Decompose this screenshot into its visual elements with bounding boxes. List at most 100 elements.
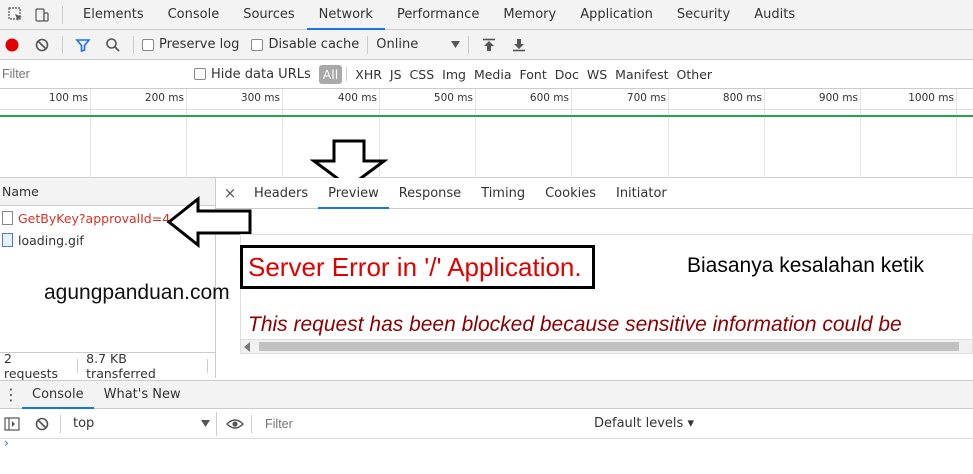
filter-type-img[interactable]: Img [438, 67, 470, 82]
inspect-element-icon[interactable] [4, 3, 28, 27]
disable-cache-checkbox[interactable]: Disable cache [251, 37, 359, 52]
tab-cookies[interactable]: Cookies [535, 178, 606, 209]
drawer-menu-icon[interactable]: ⋮ [0, 381, 22, 409]
checkbox-box[interactable] [251, 38, 264, 51]
clear-console-icon[interactable] [30, 412, 54, 436]
hide-data-urls-checkbox[interactable]: Hide data URLs [194, 67, 311, 82]
scrollbar-thumb[interactable] [259, 342, 959, 351]
timeline-gridline [475, 89, 476, 178]
divider [346, 67, 348, 81]
filter-type-css[interactable]: CSS [406, 67, 439, 82]
timeline-tick-label: 300 ms [240, 92, 280, 104]
timeline-dom-content-line [0, 115, 973, 117]
tab-memory[interactable]: Memory [491, 0, 568, 30]
tab-timing[interactable]: Timing [471, 178, 535, 209]
filter-type-doc[interactable]: Doc [551, 67, 583, 82]
console-prompt-icon: › [4, 436, 9, 450]
timeline-tick-label: 700 ms [626, 92, 666, 104]
checkbox-box[interactable] [142, 38, 154, 51]
divider [133, 35, 134, 54]
timeline-overview[interactable]: 100 ms 200 ms 300 ms 400 ms 500 ms 600 m… [0, 89, 973, 178]
import-har-icon[interactable] [477, 33, 501, 57]
divider [207, 358, 208, 373]
timeline-gridline [571, 89, 572, 178]
console-filter-input[interactable] [260, 412, 580, 435]
preserve-log-label: Preserve log [159, 37, 240, 52]
timeline-gridline [956, 89, 957, 178]
filter-type-font[interactable]: Font [516, 67, 551, 82]
log-levels-select[interactable]: Default levels ▾ [594, 416, 694, 431]
drawer-tab-console[interactable]: Console [22, 381, 94, 409]
filter-type-all[interactable]: All [318, 64, 343, 84]
horizontal-scrollbar[interactable] [241, 339, 972, 353]
timeline-tick-label: 1000 ms [908, 92, 954, 104]
site-watermark: agungpanduan.com [44, 281, 230, 304]
network-summary: 2 requests 8.7 KB transferred [0, 350, 216, 381]
scroll-left-icon[interactable] [244, 342, 250, 352]
error-message: This request has been blocked because se… [248, 313, 902, 336]
context-select[interactable]: top [67, 411, 217, 436]
eye-icon[interactable] [223, 412, 247, 436]
throttling-value: Online [376, 37, 419, 52]
console-toolbar: top Default levels ▾ [0, 409, 973, 439]
tab-response[interactable]: Response [389, 178, 471, 209]
filter-input[interactable] [0, 66, 190, 82]
timeline-tick-label: 200 ms [144, 92, 184, 104]
divider [60, 414, 61, 433]
timeline-gridline [282, 89, 283, 178]
file-icon [2, 211, 13, 225]
checkbox-box[interactable] [194, 68, 206, 80]
timeline-gridline [764, 89, 765, 178]
timeline-tick-label: 500 ms [433, 92, 473, 104]
clear-icon[interactable] [30, 33, 54, 57]
timeline-tick-label: 800 ms [722, 92, 762, 104]
tab-preview[interactable]: Preview [318, 178, 389, 209]
sidebar-toggle-icon[interactable] [0, 412, 24, 436]
dropdown-arrow-icon [451, 41, 461, 48]
filter-bar: Hide data URLs All XHR JS CSS Img Media … [0, 60, 973, 89]
tab-initiator[interactable]: Initiator [606, 178, 677, 209]
device-toolbar-icon[interactable] [30, 3, 54, 27]
record-icon[interactable] [0, 33, 24, 57]
hide-data-urls-label: Hide data URLs [211, 66, 311, 82]
filter-type-js[interactable]: JS [386, 67, 406, 82]
divider [77, 358, 79, 373]
tab-application[interactable]: Application [568, 0, 665, 30]
timeline-gridline [90, 89, 91, 178]
timeline-gridline [668, 89, 669, 178]
dropdown-arrow-icon [201, 420, 210, 427]
tab-audits[interactable]: Audits [742, 0, 807, 30]
divider [251, 414, 252, 433]
timeline-tick-label: 400 ms [337, 92, 377, 104]
annotation-text: Biasanya kesalahan ketik [687, 254, 924, 277]
tab-sources[interactable]: Sources [231, 0, 306, 30]
filter-icon[interactable] [71, 33, 95, 57]
tab-console[interactable]: Console [156, 0, 232, 30]
filter-type-media[interactable]: Media [470, 67, 516, 82]
filter-type-manifest[interactable]: Manifest [611, 67, 672, 82]
request-name: GetByKey?approvalId=4 [18, 210, 171, 226]
tab-security[interactable]: Security [665, 0, 742, 30]
tab-performance[interactable]: Performance [385, 0, 491, 30]
drawer-tab-whats-new[interactable]: What's New [94, 381, 191, 409]
disable-cache-label: Disable cache [268, 37, 360, 52]
drawer-tabbar: ⋮ Console What's New [0, 380, 973, 409]
request-count: 2 requests [4, 350, 59, 381]
context-value: top [73, 416, 95, 431]
search-icon[interactable] [101, 33, 125, 57]
devtools-main-tabbar: Elements Console Sources Network Perform… [0, 0, 973, 30]
filter-type-other[interactable]: Other [673, 67, 717, 82]
throttling-select[interactable]: Online [376, 37, 461, 52]
tab-network[interactable]: Network [306, 0, 386, 30]
divider [62, 35, 63, 54]
filter-type-ws[interactable]: WS [583, 67, 611, 82]
close-icon[interactable]: × [216, 184, 244, 202]
tab-elements[interactable]: Elements [71, 0, 156, 30]
tab-headers[interactable]: Headers [244, 178, 318, 209]
timeline-gridline [860, 89, 861, 178]
filter-type-xhr[interactable]: XHR [351, 67, 386, 82]
request-detail-pane: × Headers Preview Response Timing Cookie… [216, 178, 973, 378]
request-name: loading.gif [18, 232, 84, 248]
export-har-icon[interactable] [507, 33, 531, 57]
preserve-log-checkbox[interactable]: Preserve log [142, 37, 239, 52]
